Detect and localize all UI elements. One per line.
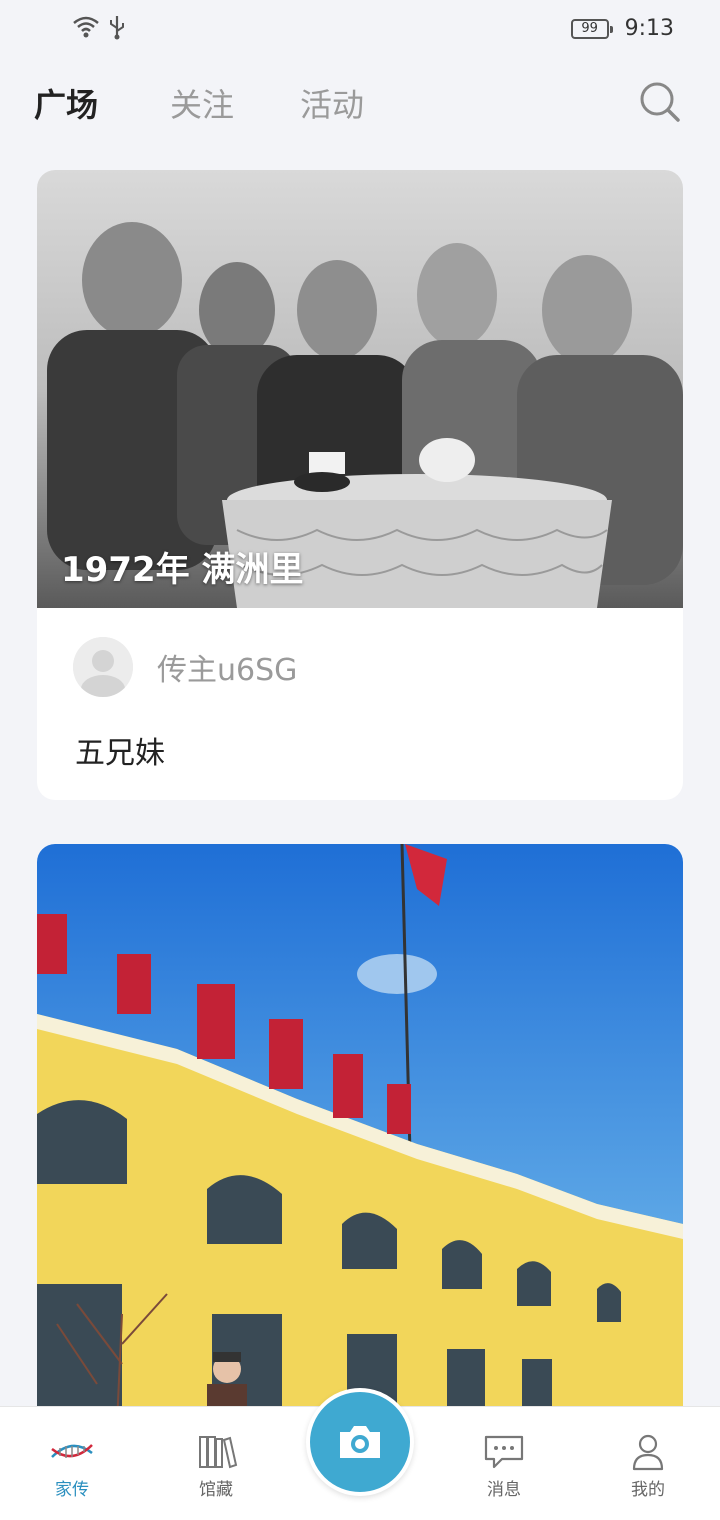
nav-messages-label: 消息 (487, 1480, 521, 1500)
camera-icon (340, 1426, 380, 1458)
default-avatar-icon (73, 637, 133, 697)
dna-icon (51, 1444, 93, 1458)
nav-collection-label: 馆藏 (199, 1480, 233, 1500)
nav-messages[interactable]: 消息 (464, 1431, 544, 1500)
wifi-icon (73, 16, 99, 38)
nav-collection[interactable]: 馆藏 (176, 1431, 256, 1500)
books-icon (199, 1436, 238, 1469)
top-nav: 广场 关注 活动 (0, 70, 720, 134)
nav-me-label: 我的 (631, 1480, 665, 1500)
user-icon (632, 1434, 664, 1471)
feed-card[interactable] (37, 844, 683, 1424)
chat-icon (484, 1435, 524, 1469)
search-icon (640, 82, 680, 122)
status-time: 9:13 (624, 16, 674, 41)
feed-card[interactable]: 1972年 满洲里 传主u6SG 五兄妹 (37, 170, 683, 800)
tab-activity[interactable]: 活动 (300, 80, 364, 126)
usb-icon (110, 16, 124, 40)
status-bar: 99 9:13 (0, 0, 720, 56)
nav-me[interactable]: 我的 (608, 1431, 688, 1500)
post-photo[interactable] (37, 844, 683, 1424)
author-name[interactable]: 传主u6SG (157, 645, 297, 689)
battery-indicator: 99 (570, 18, 613, 39)
nav-home[interactable]: 家传 (32, 1431, 112, 1500)
camera-button[interactable] (306, 1388, 414, 1496)
author-row[interactable]: 传主u6SG (73, 636, 297, 698)
tab-follow[interactable]: 关注 (170, 80, 234, 126)
post-title: 五兄妹 (75, 736, 165, 771)
nav-home-label: 家传 (55, 1480, 89, 1500)
search-button[interactable] (636, 78, 684, 126)
avatar[interactable] (73, 637, 133, 697)
tab-square[interactable]: 广场 (34, 80, 98, 126)
photo-caption: 1972年 满洲里 (61, 550, 304, 590)
